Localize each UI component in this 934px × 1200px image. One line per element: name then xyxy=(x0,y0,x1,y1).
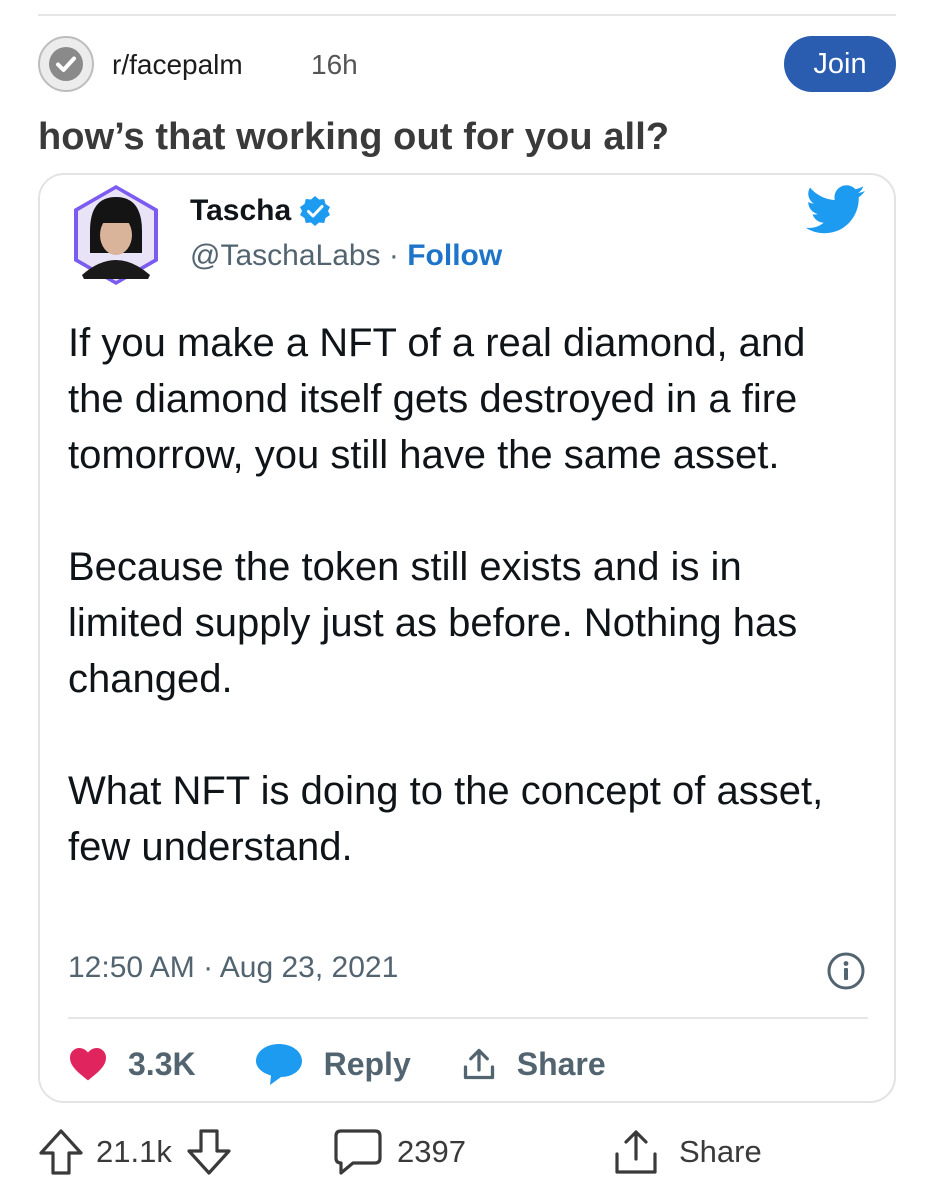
tweet-share-label: Share xyxy=(516,1045,606,1082)
share-upload-icon xyxy=(463,1048,494,1080)
tweet-paragraph: Because the token still exists and is in… xyxy=(68,545,798,701)
vote-count: 21.1k xyxy=(96,1134,172,1169)
comment-count: 2397 xyxy=(397,1134,466,1169)
tweet-paragraph: What NFT is doing to the concept of asse… xyxy=(68,769,824,869)
tweet-name-row: Tascha xyxy=(190,191,331,231)
heart-icon xyxy=(70,1047,106,1081)
upvote-arrow-icon[interactable] xyxy=(38,1128,84,1176)
tweet-text: If you make a NFT of a real diamond, and… xyxy=(68,315,868,931)
handle-separator: · xyxy=(380,239,408,272)
twitter-bird-icon[interactable] xyxy=(806,185,866,235)
post-age: 16h xyxy=(311,49,358,80)
embedded-tweet[interactable]: Tascha @TaschaLabs · Follow If you make … xyxy=(38,173,896,1103)
post-share-button[interactable]: Share xyxy=(613,1122,762,1182)
downvote-arrow-icon[interactable] xyxy=(186,1128,232,1176)
like-count: 3.3K xyxy=(128,1045,196,1082)
tweet-paragraph: If you make a NFT of a real diamond, and… xyxy=(68,321,806,477)
tweet-author-avatar[interactable] xyxy=(68,183,164,287)
share-upload-icon xyxy=(615,1130,657,1174)
post-share-label: Share xyxy=(679,1134,762,1169)
tweet-timestamp[interactable]: 12:50 AM · Aug 23, 2021 xyxy=(68,951,398,985)
post-title[interactable]: how’s that working out for you all? xyxy=(38,116,669,159)
post-header: r/facepalm 16h Join xyxy=(38,36,896,92)
comments-button[interactable]: 2397 xyxy=(333,1122,466,1182)
follow-link[interactable]: Follow xyxy=(407,239,502,272)
tweet-share-button[interactable]: Share xyxy=(461,1046,606,1083)
verified-check-icon xyxy=(49,47,83,81)
tweet-divider xyxy=(68,1017,868,1019)
tweet-handle[interactable]: @TaschaLabs xyxy=(190,239,381,272)
reply-label: Reply xyxy=(323,1045,411,1082)
reddit-post-view: r/facepalm 16h Join how’s that working o… xyxy=(0,0,934,1200)
like-button[interactable]: 3.3K xyxy=(68,1046,196,1083)
speech-bubble-icon xyxy=(255,1044,302,1085)
top-divider xyxy=(38,14,896,16)
subreddit-name[interactable]: r/facepalm xyxy=(112,49,243,81)
reply-button[interactable]: Reply xyxy=(254,1042,411,1086)
comment-bubble-icon xyxy=(334,1129,382,1175)
verified-badge-icon xyxy=(300,196,331,226)
tweet-handle-row: @TaschaLabs · Follow xyxy=(190,239,502,273)
vote-group: 21.1k xyxy=(38,1122,232,1182)
info-icon[interactable] xyxy=(826,951,866,991)
post-action-bar: 21.1k 2397 Share xyxy=(38,1122,896,1182)
tweet-author-name[interactable]: Tascha xyxy=(190,194,291,228)
join-button[interactable]: Join xyxy=(784,36,896,92)
tweet-actions: 3.3K Reply Share xyxy=(68,1037,606,1091)
subreddit-avatar[interactable] xyxy=(38,36,94,92)
